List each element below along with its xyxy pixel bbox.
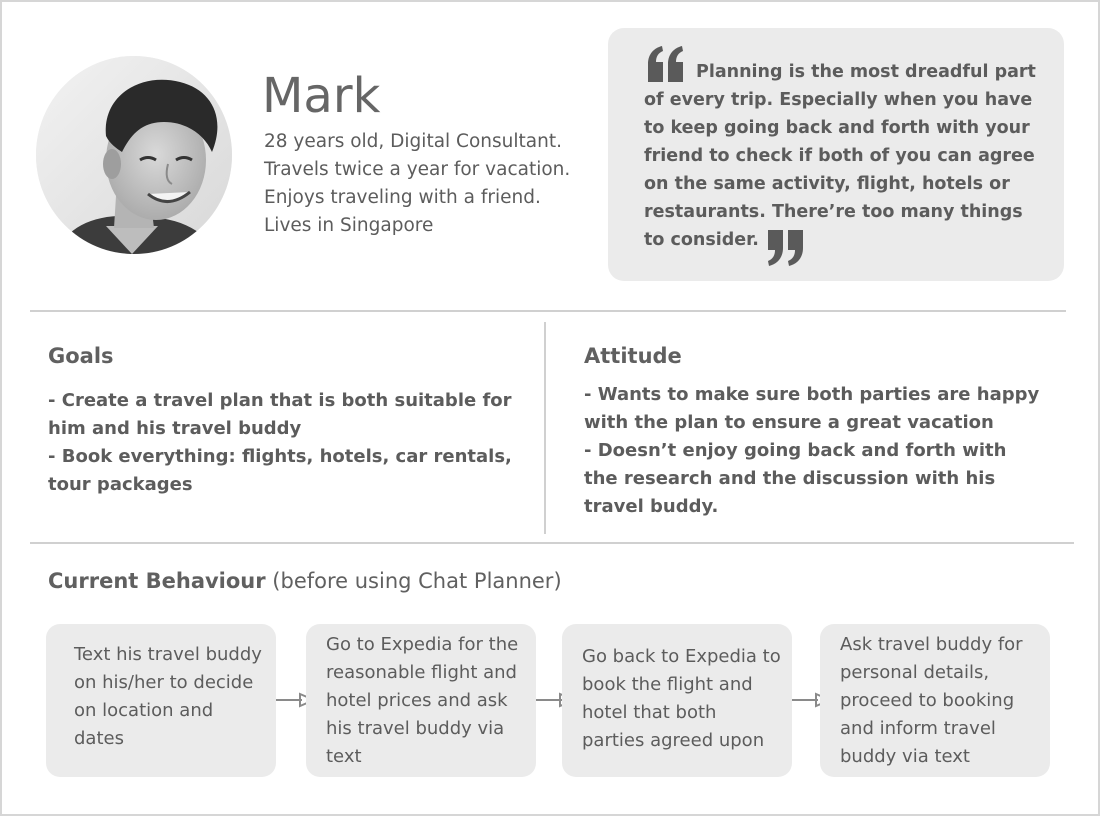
attitude-item: - Doesn’t enjoy going back and forth wit… <box>584 440 1007 517</box>
close-quote-icon <box>768 230 803 266</box>
persona-avatar <box>36 56 232 254</box>
divider-vertical <box>544 322 546 534</box>
persona-name: Mark <box>262 68 381 124</box>
bio-line-travel-companion: Enjoys traveling with a friend. <box>264 187 541 208</box>
goals-title: Goals <box>48 344 114 368</box>
goal-item: - Book everything: flights, hotels, car … <box>48 446 512 495</box>
behaviour-step-text-2: Go to Expedia for the reasonable flight … <box>326 634 519 767</box>
divider-top <box>30 310 1066 312</box>
goals-list: - Create a travel plan that is both suit… <box>48 387 518 499</box>
bio-line-location: Lives in Singapore <box>264 215 434 236</box>
bio-line-travel-frequency: Travels twice a year for vacation. <box>264 159 571 180</box>
attitude-list: - Wants to make sure both parties are ha… <box>584 381 1044 521</box>
portrait-image <box>36 56 232 254</box>
bio-line-age-occupation: 28 years old, Digital Consultant. <box>264 131 562 152</box>
behaviour-step-text-3: Go back to Expedia to book the flight an… <box>582 646 781 751</box>
behaviour-step-text-4: Ask travel buddy for personal details, p… <box>840 634 1023 767</box>
behaviour-title: Current Behaviour (before using Chat Pla… <box>48 569 562 593</box>
attitude-title: Attitude <box>584 344 682 368</box>
goal-item: - Create a travel plan that is both suit… <box>48 390 512 439</box>
behaviour-step-text-1: Text his travel buddy on his/her to deci… <box>74 644 262 749</box>
divider-bottom <box>30 542 1074 544</box>
behaviour-title-subtitle: (before using Chat Planner) <box>272 569 562 593</box>
persona-quote: Planning is the most dreadful part of ev… <box>644 62 1036 250</box>
persona-bio: 28 years old, Digital Consultant. Travel… <box>264 128 604 240</box>
attitude-item: - Wants to make sure both parties are ha… <box>584 384 1040 433</box>
behaviour-title-main: Current Behaviour <box>48 569 266 593</box>
